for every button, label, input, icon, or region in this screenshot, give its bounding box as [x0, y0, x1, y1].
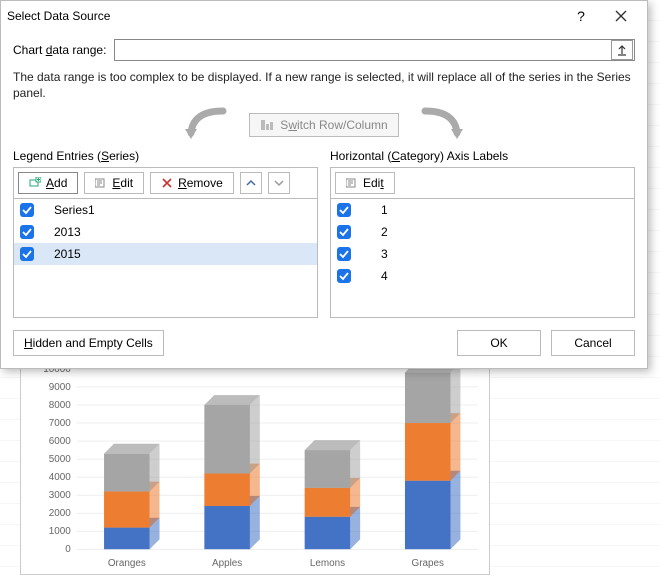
checkbox-checked-icon[interactable]	[337, 269, 351, 283]
series-toolbar: Add Edit Remove	[13, 167, 318, 198]
series-list-item[interactable]: Series1	[14, 199, 317, 221]
switch-icon	[260, 118, 274, 132]
category-toolbar: Edit	[330, 167, 635, 198]
add-series-button[interactable]: Add	[18, 172, 78, 194]
svg-text:5000: 5000	[49, 454, 72, 465]
hidden-empty-cells-button[interactable]: Hidden and Empty Cells	[13, 330, 164, 356]
series-list-item[interactable]: 2015	[14, 243, 317, 265]
help-button[interactable]: ?	[561, 2, 601, 30]
cancel-button[interactable]: Cancel	[551, 330, 635, 356]
svg-text:6000: 6000	[49, 436, 72, 447]
move-series-down-button[interactable]	[268, 172, 290, 194]
switch-row-column-button[interactable]: Switch Row/Column	[249, 113, 398, 137]
collapse-dialog-icon	[616, 44, 628, 56]
category-list-item[interactable]: 1	[331, 199, 634, 221]
category-listbox[interactable]: 1 2 3 4	[330, 198, 635, 318]
svg-text:4000: 4000	[49, 472, 72, 483]
category-item-label: 1	[381, 203, 388, 217]
svg-text:1000: 1000	[49, 526, 72, 537]
category-list-item[interactable]: 4	[331, 265, 634, 287]
svg-text:7000: 7000	[49, 418, 72, 429]
category-item-label: 4	[381, 269, 388, 283]
category-axis-panel: Horizontal (Category) Axis Labels Edit 1…	[330, 149, 635, 318]
checkbox-checked-icon[interactable]	[20, 203, 34, 217]
svg-text:Lemons: Lemons	[310, 558, 345, 569]
checkbox-checked-icon[interactable]	[20, 225, 34, 239]
edit-category-button[interactable]: Edit	[335, 172, 395, 194]
stacked-bar-chart: 0100020003000400050006000700080009000100…	[20, 360, 490, 575]
category-list-item[interactable]: 3	[331, 243, 634, 265]
svg-text:9000: 9000	[49, 382, 72, 393]
chart-data-range-field[interactable]	[114, 39, 635, 61]
close-icon	[615, 10, 627, 22]
chart-data-range-input[interactable]	[115, 40, 610, 60]
curved-arrow-left-icon	[173, 107, 233, 143]
range-selector-button[interactable]	[611, 40, 633, 60]
svg-text:2000: 2000	[49, 508, 72, 519]
edit-label: Edit	[112, 176, 133, 190]
ok-button[interactable]: OK	[457, 330, 541, 356]
checkbox-checked-icon[interactable]	[337, 225, 351, 239]
series-item-label: 2013	[54, 225, 81, 239]
close-button[interactable]	[601, 2, 641, 30]
svg-text:Oranges: Oranges	[108, 558, 146, 569]
category-item-label: 3	[381, 247, 388, 261]
remove-label: Remove	[178, 176, 223, 190]
svg-text:3000: 3000	[49, 490, 72, 501]
checkbox-checked-icon[interactable]	[20, 247, 34, 261]
edit-category-label: Edit	[363, 176, 384, 190]
select-data-source-dialog: Select Data Source ? Chart data range: T…	[0, 0, 648, 369]
svg-text:Apples: Apples	[212, 558, 242, 569]
chart-data-range-label: Chart data range:	[13, 43, 106, 57]
category-item-label: 2	[381, 225, 388, 239]
category-list-item[interactable]: 2	[331, 221, 634, 243]
svg-text:Grapes: Grapes	[412, 558, 444, 569]
series-list-item[interactable]: 2013	[14, 221, 317, 243]
checkbox-checked-icon[interactable]	[337, 247, 351, 261]
legend-entries-title: Legend Entries (Series)	[13, 149, 318, 163]
add-icon	[29, 177, 41, 189]
add-label: Add	[46, 176, 67, 190]
edit-icon	[346, 177, 358, 189]
edit-series-button[interactable]: Edit	[84, 172, 144, 194]
svg-text:8000: 8000	[49, 400, 72, 411]
remove-series-button[interactable]: Remove	[150, 172, 234, 194]
series-listbox[interactable]: Series1 2013 2015	[13, 198, 318, 318]
category-axis-title: Horizontal (Category) Axis Labels	[330, 149, 635, 163]
remove-icon	[161, 177, 173, 189]
chevron-down-icon	[274, 178, 284, 188]
legend-entries-panel: Legend Entries (Series) Add Edit Remove	[13, 149, 318, 318]
svg-text:0: 0	[65, 544, 71, 555]
move-series-up-button[interactable]	[240, 172, 262, 194]
curved-arrow-right-icon	[415, 107, 475, 143]
edit-icon	[95, 177, 107, 189]
checkbox-checked-icon[interactable]	[337, 203, 351, 217]
chevron-up-icon	[246, 178, 256, 188]
dialog-title: Select Data Source	[7, 9, 561, 23]
switch-label: Switch Row/Column	[280, 118, 387, 132]
series-item-label: 2015	[54, 247, 81, 261]
range-warning-message: The data range is too complex to be disp…	[13, 69, 635, 101]
dialog-titlebar: Select Data Source ?	[1, 1, 647, 31]
series-item-label: Series1	[54, 203, 95, 217]
